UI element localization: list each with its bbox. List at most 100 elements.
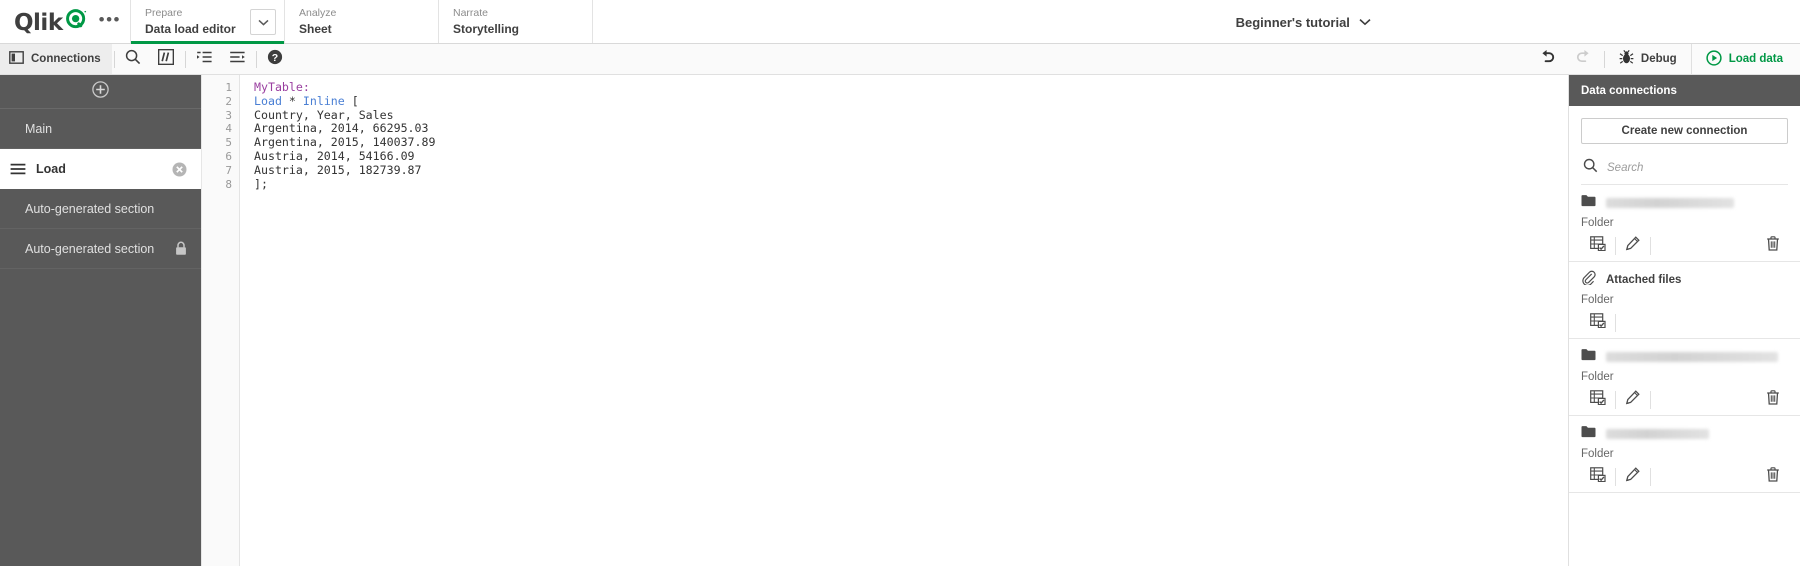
outdent-button[interactable] [221, 44, 254, 75]
comment-toggle-button[interactable] [150, 44, 183, 75]
paperclip-icon [1581, 270, 1596, 290]
delete-section-button[interactable] [172, 162, 187, 177]
qlik-logo[interactable]: Qlik [14, 9, 87, 35]
search-icon [125, 49, 141, 70]
select-data-button[interactable] [1581, 385, 1615, 415]
undo-button[interactable] [1530, 44, 1566, 75]
action-separator [1650, 237, 1651, 255]
line-number: 6 [225, 149, 232, 163]
editor-body: Main Load Auto-generated section Auto-ge… [0, 75, 1800, 566]
connection-item: Attached files Folder [1569, 262, 1800, 339]
connection-title-row[interactable] [1581, 347, 1788, 366]
trash-icon [1766, 236, 1780, 256]
nav-label-sheet: Sheet [299, 22, 332, 36]
help-circle-icon: ? [267, 49, 283, 70]
data-connections-header: Data connections [1569, 75, 1800, 106]
nav-kicker-narrate: Narrate [453, 7, 489, 19]
outdent-icon [229, 50, 246, 69]
script-sections-sidebar: Main Load Auto-generated section Auto-ge… [0, 75, 201, 566]
sidebar-item-label: Main [25, 121, 53, 136]
table-select-icon [1590, 313, 1606, 333]
nav-dropdown-button[interactable] [250, 9, 276, 35]
script-code-area[interactable]: MyTable: Load * Inline [Country, Year, Sa… [240, 75, 1568, 566]
edit-connection-button[interactable] [1616, 462, 1650, 492]
redo-button[interactable] [1566, 44, 1602, 75]
code-token: Load [254, 93, 282, 108]
select-data-button[interactable] [1581, 308, 1615, 338]
toggle-connections-button[interactable]: Connections [0, 44, 112, 74]
folder-icon [1581, 194, 1596, 212]
line-number-gutter: 1 2 3 4 5 6 7 8 [202, 75, 240, 566]
select-data-button[interactable] [1581, 462, 1615, 492]
delete-connection-button[interactable] [1756, 462, 1790, 492]
edit-connection-button[interactable] [1616, 231, 1650, 261]
redo-arrow-icon [1575, 49, 1592, 69]
nav-label-data-load-editor: Data load editor [145, 22, 236, 36]
app-title-text: Beginner's tutorial [1235, 14, 1350, 30]
table-select-icon [1590, 236, 1606, 256]
nav-item-data-load-editor[interactable]: Prepare Data load editor [130, 0, 284, 44]
line-number: 3 [225, 108, 232, 122]
connection-title-row[interactable] [1581, 424, 1788, 443]
sidebar-item-auto-generated-2[interactable]: Auto-generated section [0, 229, 201, 269]
table-select-icon [1590, 467, 1606, 487]
nav-item-storytelling[interactable]: Narrate Storytelling [438, 0, 592, 44]
play-circle-icon [1706, 49, 1722, 69]
debug-button[interactable]: Debug [1607, 44, 1691, 74]
line-number: 1 [225, 81, 232, 94]
sidebar-item-load[interactable]: Load [0, 149, 201, 189]
code-token: Inline [302, 93, 345, 108]
trash-icon [1766, 467, 1780, 487]
sidebar-item-label: Load [36, 162, 66, 176]
debug-label: Debug [1640, 53, 1677, 65]
script-editor[interactable]: 1 2 3 4 5 6 7 8 MyTable: Load * Inline [C… [201, 75, 1568, 566]
line-number: 7 [225, 163, 232, 177]
drag-handle-icon[interactable] [0, 163, 36, 175]
code-token: * [281, 93, 303, 108]
connection-title-row[interactable]: Attached files [1581, 270, 1788, 289]
connection-actions [1581, 308, 1788, 338]
delete-connection-button[interactable] [1756, 231, 1790, 261]
folder-icon [1581, 425, 1596, 443]
connection-title-row[interactable] [1581, 193, 1788, 212]
code-line: Austria, 2014, 54166.09 [254, 149, 1568, 164]
connection-item: Folder [1569, 339, 1800, 416]
sidebar-item-auto-generated-1[interactable]: Auto-generated section [0, 189, 201, 229]
indent-button[interactable] [188, 44, 221, 75]
chevron-down-icon [257, 13, 269, 31]
pencil-icon [1625, 390, 1641, 410]
app-title-dropdown[interactable]: Beginner's tutorial [1067, 0, 1541, 44]
code-line: Argentina, 2014, 66295.03 [254, 121, 1568, 136]
nav-item-sheet[interactable]: Analyze Sheet [284, 0, 438, 44]
connection-name-redacted [1606, 429, 1709, 439]
sidebar-item-main[interactable]: Main [0, 109, 201, 149]
connection-item: Folder [1569, 185, 1800, 262]
edit-connection-button[interactable] [1616, 385, 1650, 415]
nav-item-texts: Prepare Data load editor [145, 6, 246, 44]
pencil-icon [1625, 236, 1641, 256]
sidebar-item-label: Auto-generated section [25, 241, 155, 256]
connections-search-field[interactable]: Search [1581, 151, 1788, 185]
code-token: Argentina, 2015, 140037.89 [254, 135, 436, 150]
editor-toolbar: Connections ? Debug Load data [0, 44, 1800, 75]
code-token: MyTable: [254, 80, 310, 94]
line-number: 8 [225, 177, 232, 191]
search-button[interactable] [117, 44, 150, 75]
toolbar-separator [255, 50, 257, 68]
bug-icon [1619, 50, 1634, 68]
load-data-button[interactable]: Load data [1690, 44, 1800, 74]
connection-name-redacted [1606, 198, 1734, 208]
panel-layout-icon [9, 51, 24, 67]
overflow-menu-button[interactable]: ••• [99, 0, 121, 44]
connections-top-section: Create new connection Search [1569, 106, 1800, 185]
table-select-icon [1590, 390, 1606, 410]
create-new-connection-button[interactable]: Create new connection [1581, 118, 1788, 144]
code-line: Load * Inline [ [254, 93, 1568, 109]
toolbar-separator [1603, 50, 1605, 68]
help-button[interactable]: ? [259, 44, 292, 75]
delete-connection-button[interactable] [1756, 385, 1790, 415]
add-section-button[interactable] [0, 75, 201, 109]
nav-label-storytelling: Storytelling [453, 22, 520, 36]
select-data-button[interactable] [1581, 231, 1615, 261]
chevron-down-icon [1359, 13, 1371, 31]
